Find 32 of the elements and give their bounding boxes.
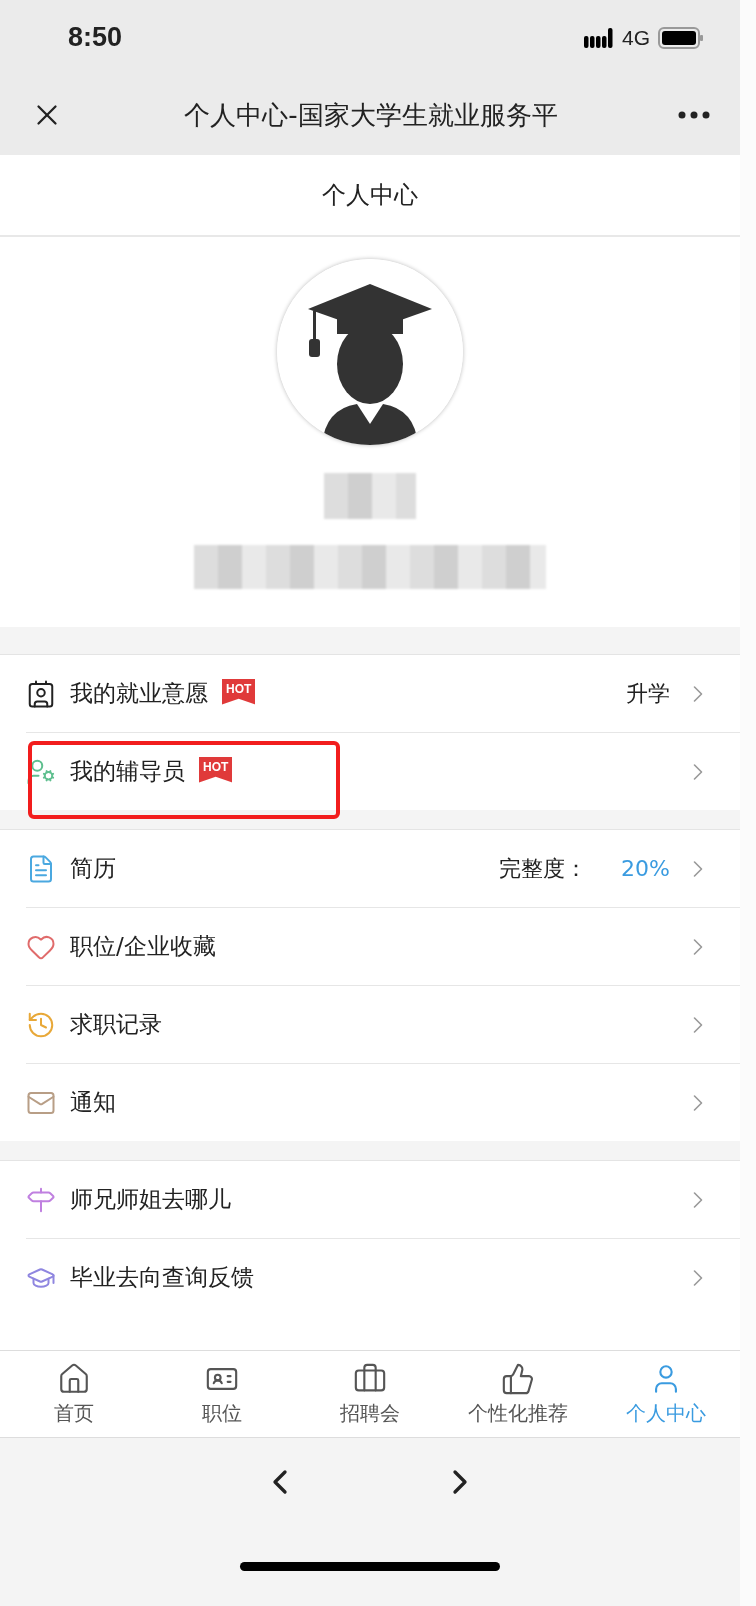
status-time: 8:50 [68, 22, 123, 53]
value-label: 完整度： [499, 854, 588, 883]
menu-label: 通知 [70, 1088, 116, 1117]
menu-label: 职位/企业收藏 [70, 932, 216, 961]
row-value: 20% [621, 856, 670, 881]
battery-icon [658, 26, 704, 49]
menu-label: 求职记录 [70, 1010, 162, 1039]
menu-row[interactable]: 简历 完整度： 20% [26, 830, 740, 907]
network-type: 4G [622, 25, 650, 50]
menu-label: 师兄师姐去哪儿 [70, 1185, 231, 1214]
menu-label: 我的辅导员 [70, 757, 185, 786]
profile-card-icon [26, 678, 56, 709]
menu-row[interactable]: 师兄师姐去哪儿 [26, 1161, 740, 1238]
tab[interactable]: 招聘会 [296, 1351, 444, 1437]
menu-row[interactable]: 我的就业意愿 HOT 升学 [26, 655, 740, 732]
menu-label: 简历 [70, 854, 116, 883]
home-icon [57, 1361, 91, 1396]
hot-badge: HOT [222, 678, 256, 705]
hot-badge: HOT [199, 756, 233, 783]
menu-row[interactable]: 职位/企业收藏 [26, 907, 740, 985]
more-icon[interactable] [678, 111, 710, 119]
tab[interactable]: 首页 [0, 1351, 148, 1437]
tab[interactable]: 职位 [148, 1351, 296, 1437]
tab[interactable]: 个性化推荐 [444, 1351, 592, 1437]
thumbs-up-icon [501, 1361, 535, 1396]
row-value: 升学 [626, 679, 670, 708]
header-title: 个人中心 [322, 180, 418, 211]
signal-icon [584, 27, 614, 48]
menu-row[interactable]: 求职记录 [26, 985, 740, 1063]
menu-label: 我的就业意愿 [70, 679, 208, 708]
menu-label: 毕业去向查询反馈 [70, 1263, 254, 1292]
page-title: 个人中心-国家大学生就业服务平 [183, 98, 559, 132]
